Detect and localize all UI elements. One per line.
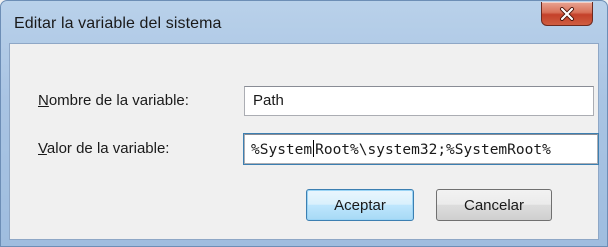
dialog-body: Nombre de la variable: Path Valor de la …	[9, 43, 599, 240]
variable-value-text-after-caret: Root%\system32;%SystemRoot%	[315, 142, 551, 158]
variable-value-label: Valor de la variable:	[38, 140, 170, 157]
ok-button[interactable]: Aceptar	[306, 189, 414, 221]
ok-button-label: Aceptar	[334, 196, 386, 214]
variable-value-text-before-caret: %System	[251, 142, 313, 158]
cancel-button-label: Cancelar	[463, 196, 525, 214]
variable-name-label: Nombre de la variable:	[38, 92, 189, 109]
dialog-window: Editar la variable del sistema Nombre de…	[0, 0, 608, 247]
close-button[interactable]	[541, 2, 593, 26]
close-icon	[559, 6, 575, 21]
cancel-button[interactable]: Cancelar	[436, 189, 552, 221]
variable-name-input[interactable]: Path	[244, 86, 594, 116]
text-caret	[313, 140, 315, 157]
variable-value-input[interactable]: %System Root%\system32;%SystemRoot%	[244, 134, 598, 164]
window-title: Editar la variable del sistema	[14, 15, 222, 32]
variable-name-value: Path	[253, 92, 284, 109]
